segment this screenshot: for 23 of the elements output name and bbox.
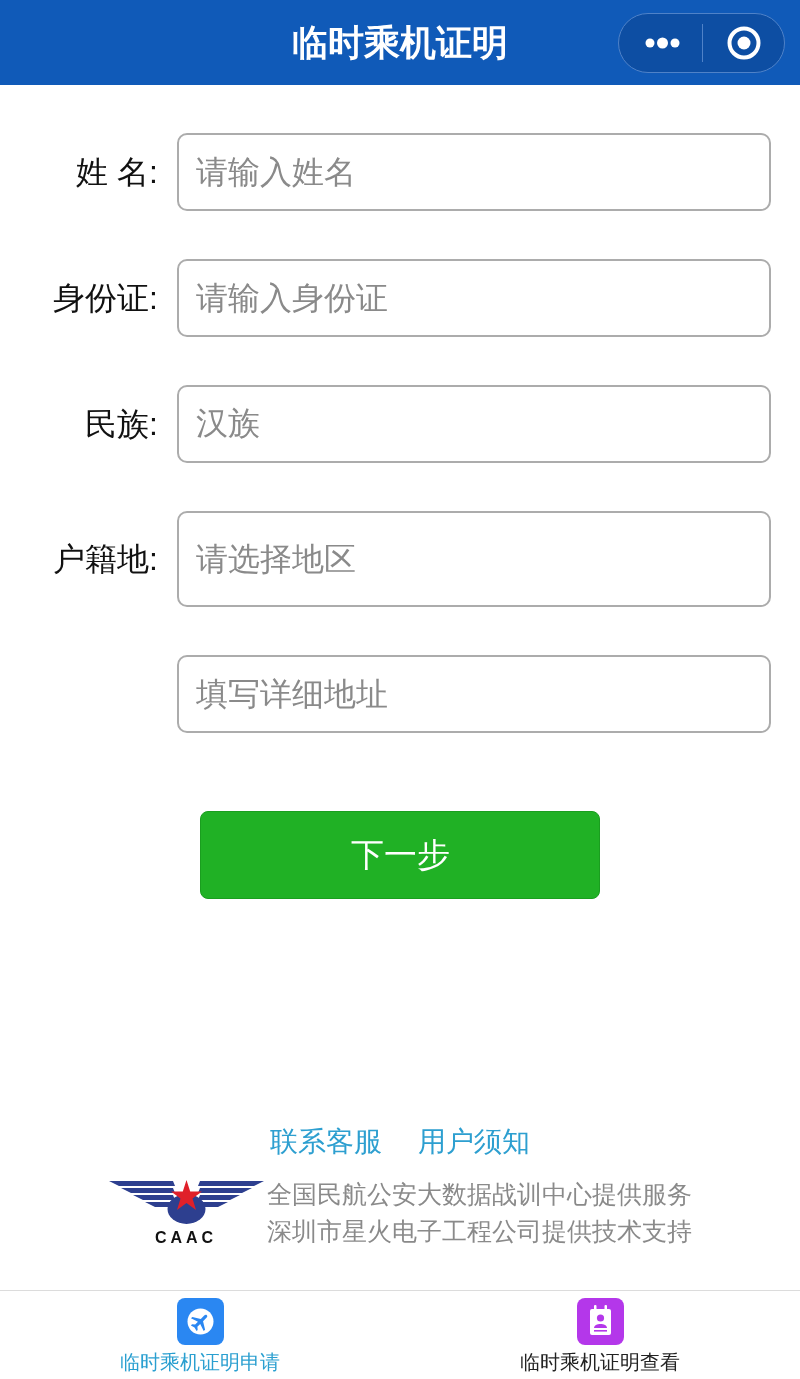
tab-item[interactable]: 临时乘机证明查看 — [400, 1291, 800, 1379]
input-field[interactable]: 填写详细地址 — [177, 655, 771, 733]
footer-link[interactable]: 联系客服 — [270, 1124, 382, 1160]
logo-text: CAAC — [154, 1227, 218, 1248]
airplane-icon — [176, 1298, 224, 1345]
field-label: 姓 名: — [76, 153, 158, 192]
input-field[interactable]: 汉族 — [177, 385, 771, 463]
credit-text: 深圳市星火电子工程公司提供技术支持 — [266, 1215, 692, 1247]
field-label: 身份证: — [53, 279, 158, 318]
footer-link[interactable]: 用户须知 — [418, 1124, 530, 1160]
field-label: 民族: — [85, 405, 158, 444]
field-label: 户籍地: — [53, 540, 158, 579]
page-title: 临时乘机证明 — [292, 20, 508, 65]
input-field[interactable]: 请输入身份证 — [177, 259, 771, 337]
circle-dot-icon[interactable] — [727, 25, 761, 60]
tab-item[interactable]: 临时乘机证明申请 — [0, 1291, 400, 1379]
wings-logo-icon — [108, 1177, 264, 1226]
next-button[interactable]: 下一步 — [200, 811, 600, 899]
input-field[interactable]: 请选择地区 — [177, 511, 771, 607]
more-icon[interactable] — [645, 36, 680, 49]
input-field[interactable]: 请输入姓名 — [177, 133, 771, 211]
badge-card-icon — [576, 1298, 624, 1345]
credit-text: 全国民航公安大数据战训中心提供服务 — [266, 1178, 692, 1210]
